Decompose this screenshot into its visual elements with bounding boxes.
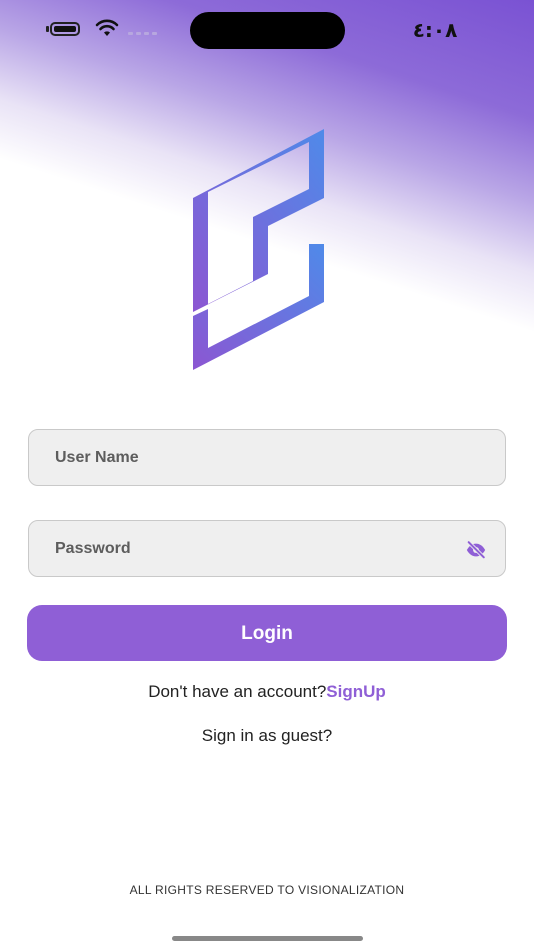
home-indicator[interactable]	[172, 936, 363, 941]
password-field[interactable]	[28, 520, 506, 577]
guest-signin-link[interactable]: Sign in as guest?	[0, 726, 534, 746]
wifi-icon	[95, 19, 119, 36]
password-input[interactable]	[29, 521, 505, 576]
status-time: ٤:٠٨	[412, 18, 458, 42]
signup-link[interactable]: SignUp	[326, 682, 386, 701]
login-button[interactable]: Login	[27, 605, 507, 661]
username-input[interactable]	[29, 430, 505, 485]
eye-off-icon[interactable]	[465, 539, 487, 561]
cellular-signal-icon	[128, 32, 157, 35]
battery-tip	[46, 26, 49, 32]
status-bar: ٤:٠٨	[0, 0, 534, 60]
no-account-text: Don't have an account?	[148, 682, 327, 701]
dynamic-island	[190, 12, 345, 49]
username-field[interactable]	[28, 429, 506, 486]
footer-copyright: ALL RIGHTS RESERVED TO VISIONALIZATION	[129, 883, 405, 897]
app-logo	[193, 129, 324, 370]
battery-icon	[50, 22, 80, 36]
signup-prompt: Don't have an account?SignUp	[0, 682, 534, 702]
